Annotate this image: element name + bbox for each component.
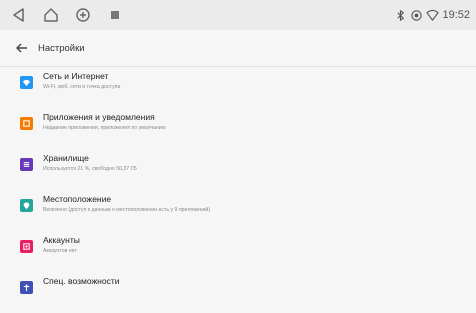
clock: 19:52	[442, 9, 470, 21]
apps-icon	[20, 117, 33, 130]
item-title: Приложения и уведомления	[43, 112, 155, 122]
item-title: Местоположение	[43, 194, 112, 204]
bluetooth-icon	[394, 9, 407, 22]
item-subtitle: Включено (доступ к данным о местоположен…	[43, 207, 211, 213]
settings-item-network[interactable]: Сеть и Интернет Wi-Fi, моб. сети и точка…	[0, 67, 476, 99]
location-icon	[20, 199, 33, 212]
item-subtitle: Аккаунтов нет	[43, 248, 77, 254]
wifi-icon	[426, 9, 440, 22]
settings-item-storage[interactable]: Хранилище Используется 21 %, свободно 50…	[0, 149, 476, 181]
settings-item-location[interactable]: Местоположение Включено (доступ к данным…	[0, 190, 476, 222]
item-subtitle: Wi-Fi, моб. сети и точка доступа	[43, 84, 121, 90]
app-bar: Настройки	[0, 30, 476, 67]
item-title: Спец. возможности	[43, 276, 120, 286]
accessibility-icon	[20, 281, 33, 294]
storage-icon	[20, 158, 33, 171]
status-bar: 19:52	[0, 0, 476, 30]
wifi-icon	[20, 76, 33, 89]
app-icon[interactable]	[106, 6, 124, 24]
account-icon	[20, 240, 33, 253]
status-icons: 19:52	[391, 0, 470, 30]
location-icon	[410, 9, 423, 22]
settings-list: Сеть и Интернет Wi-Fi, моб. сети и точка…	[0, 67, 476, 313]
back-nav-icon[interactable]	[10, 6, 28, 24]
settings-item-accessibility[interactable]: Спец. возможности	[0, 272, 476, 304]
item-title: Аккаунты	[43, 235, 80, 245]
settings-item-apps[interactable]: Приложения и уведомления Недавние прилож…	[0, 108, 476, 140]
item-subtitle: Недавние приложения, приложения по умолч…	[43, 125, 166, 131]
item-title: Сеть и Интернет	[43, 71, 109, 81]
recents-icon[interactable]	[74, 6, 92, 24]
home-icon[interactable]	[42, 6, 60, 24]
nav-buttons	[10, 6, 138, 24]
item-title: Хранилище	[43, 153, 89, 163]
page-title: Настройки	[38, 42, 85, 54]
settings-item-accounts[interactable]: Аккаунты Аккаунтов нет	[0, 231, 476, 263]
item-subtitle: Используется 21 %, свободно 50,37 ГБ	[43, 166, 137, 172]
arrow-back-icon[interactable]	[14, 40, 30, 56]
